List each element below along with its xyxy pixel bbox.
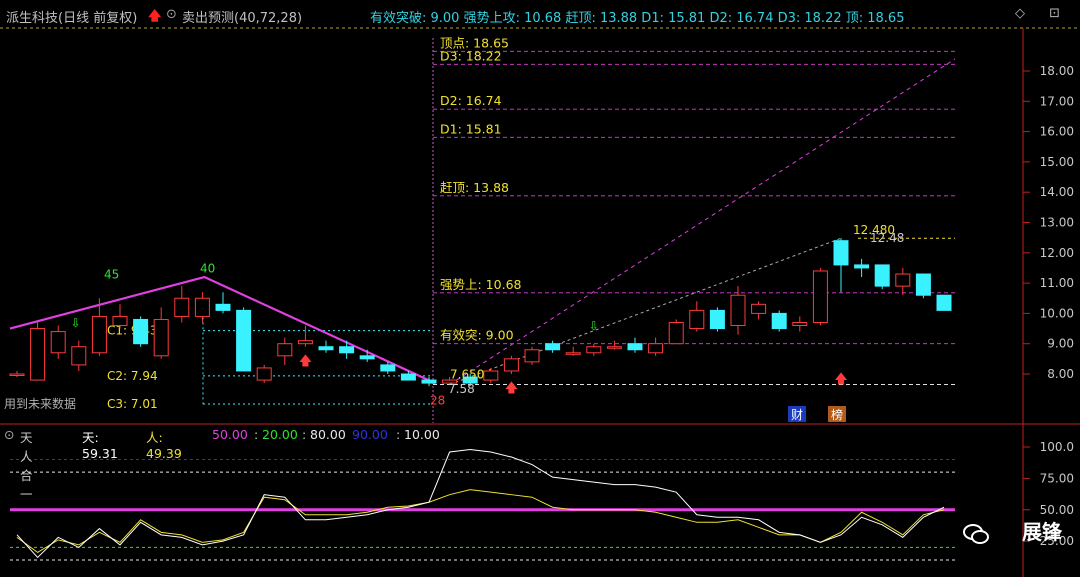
price-tick-label: 9.00 xyxy=(1047,337,1074,351)
candle-body xyxy=(874,264,890,287)
price-tick-label: 13.00 xyxy=(1040,216,1074,230)
candle-body xyxy=(400,373,416,381)
candle-body xyxy=(256,367,272,381)
candle-body xyxy=(380,364,396,372)
candle-body xyxy=(812,270,828,323)
p90-value: 90.00 xyxy=(352,427,388,442)
price-tick-label: 15.00 xyxy=(1040,155,1074,169)
candle-body xyxy=(503,358,519,372)
level-label: 赶顶: 13.88 xyxy=(440,180,509,195)
candle-body xyxy=(174,297,190,317)
buy-arrow-icon: 🡅 xyxy=(299,354,312,369)
candle-body xyxy=(668,321,684,345)
candle-body xyxy=(586,346,602,354)
watermark-text: 展锋 xyxy=(1022,520,1062,544)
low-price-label-2: 7.650 xyxy=(450,368,484,382)
price-chart[interactable]: 18.00 17.00 16.00 15.00 14.00 13.00 12.00 11.00… xyxy=(0,0,1080,577)
candle-body xyxy=(133,318,149,345)
candle-body xyxy=(421,379,437,384)
candle-body xyxy=(915,273,931,296)
candle-body xyxy=(483,370,499,381)
price-tick-label: 14.00 xyxy=(1040,185,1074,199)
candle-body xyxy=(194,297,210,317)
sell-arrow-icon: ⇩ xyxy=(589,319,599,333)
p20-value: 20.00 xyxy=(262,427,298,442)
candle-body xyxy=(71,346,87,366)
candle-body xyxy=(524,349,540,363)
candle-body xyxy=(751,303,767,314)
sub-tick-label: 50.00 xyxy=(1040,503,1074,517)
ren-series-line xyxy=(16,489,945,554)
level-label: D1: 15.81 xyxy=(440,121,502,136)
candle-body xyxy=(648,343,664,354)
level-label: 强势上: 10.68 xyxy=(440,277,522,292)
candle-body xyxy=(153,318,169,357)
wechat-icon xyxy=(963,524,989,544)
candle-body xyxy=(936,294,952,311)
projection-line xyxy=(449,58,956,386)
candle-body xyxy=(91,315,107,354)
tian-series-line xyxy=(16,449,945,559)
candle-body xyxy=(9,373,25,376)
bang-badge-label: 榜 xyxy=(831,407,843,422)
ren-value: 人: 49.39 xyxy=(146,430,182,461)
candle-body xyxy=(709,309,725,330)
price-tick-label: 11.00 xyxy=(1040,276,1074,290)
high-label-left: 45 xyxy=(104,268,119,282)
high-label-peak: 40 xyxy=(200,261,215,275)
candle-body xyxy=(606,346,622,349)
buy-arrow-icon: 🡅 xyxy=(505,381,518,396)
sub-tick-label: 100.0 xyxy=(1040,440,1074,454)
candle-body xyxy=(318,346,334,351)
sub-title[interactable]: 天人合一 xyxy=(20,427,33,503)
candle-body xyxy=(339,346,355,354)
candle-body xyxy=(50,331,66,354)
sub-tick-label: 75.00 xyxy=(1040,471,1074,485)
candle-body xyxy=(771,312,787,330)
candle-body xyxy=(895,273,911,287)
price-tick-label: 16.00 xyxy=(1040,125,1074,139)
candle-body xyxy=(236,309,252,372)
candle-body xyxy=(215,303,231,311)
candle-body xyxy=(359,355,375,360)
low-label: 28 xyxy=(430,393,445,407)
price-tick-label: 10.00 xyxy=(1040,306,1074,320)
candle-body xyxy=(565,352,581,355)
candle-body xyxy=(833,240,849,266)
p80-value: 80.00 xyxy=(310,427,346,442)
future-data-note: 用到未来数据 xyxy=(4,396,76,411)
sell-arrow-icon: ⇩ xyxy=(71,316,81,330)
level-label: D3: 18.22 xyxy=(440,48,502,63)
price-tick-label: 18.00 xyxy=(1040,64,1074,78)
candle-body xyxy=(112,315,128,327)
price-tick-label: 8.00 xyxy=(1047,367,1074,381)
candle-body xyxy=(792,321,808,327)
chevron-down-icon[interactable]: ⊙ xyxy=(4,427,14,442)
candle-body xyxy=(277,343,293,357)
candle-body xyxy=(730,294,746,327)
candle-body xyxy=(545,343,561,351)
c3-label: C3: 7.01 xyxy=(107,397,158,411)
level-label: 有效突: 9.00 xyxy=(440,328,514,343)
price-tick-label: 12.00 xyxy=(1040,246,1074,260)
price-tick-label: 17.00 xyxy=(1040,94,1074,108)
c2-label: C2: 7.94 xyxy=(107,369,158,383)
tian-value: 天: 59.31 xyxy=(82,430,118,461)
p50-value: 50.00 xyxy=(212,427,248,442)
low-price-label: 7.58 xyxy=(448,382,475,396)
candle-body xyxy=(627,343,643,351)
level-label: D2: 16.74 xyxy=(440,93,502,108)
candle-body xyxy=(30,328,46,381)
p10-value: 10.00 xyxy=(404,427,440,442)
candle-body xyxy=(854,264,870,269)
candle-body xyxy=(297,340,313,345)
cai-badge-label: 财 xyxy=(791,408,803,422)
candle-body xyxy=(689,309,705,330)
recent-high-label-2: 12.48 xyxy=(870,231,904,245)
buy-arrow-icon: 🡅 xyxy=(834,372,847,387)
